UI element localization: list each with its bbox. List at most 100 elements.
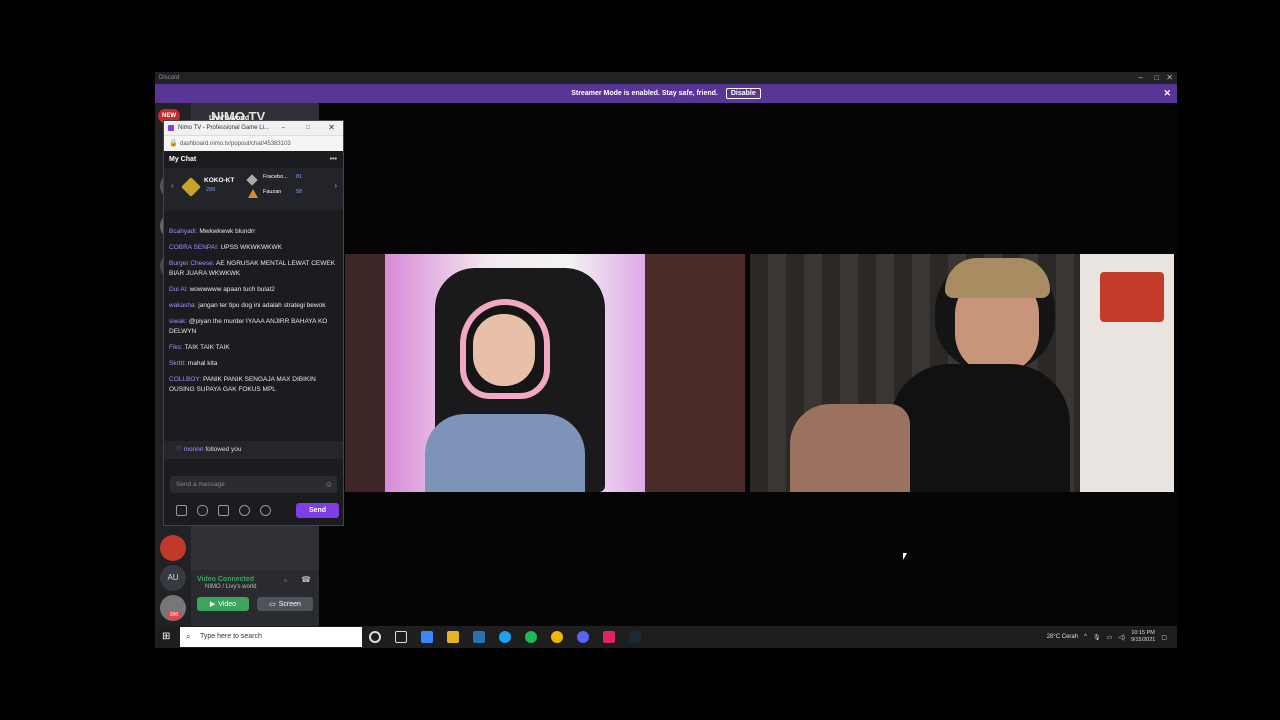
popout-title: Nimo TV - Professional Game Li... [178, 125, 269, 131]
heart-icon: ♡ [176, 446, 182, 453]
taskbar-clock[interactable]: 10:15 PM 9/15/2021 [1131, 630, 1155, 644]
donor-value: 58 [296, 189, 303, 195]
close-icon[interactable]: ✕ [328, 121, 335, 135]
minimize-icon[interactable]: – [1139, 72, 1143, 84]
chat-username[interactable]: COBRA SENPAI: [169, 244, 219, 251]
chat-message: siwak: @piyan the murder IYAAA ANJIRR BA… [169, 317, 338, 337]
screen-button[interactable]: ▭ Screen [257, 597, 313, 611]
network-icon[interactable]: ▭ [1107, 634, 1113, 641]
voice-connection-panel: Video Connected NIMO / Livy's world ◦ ☎ … [191, 570, 319, 627]
close-banner-icon[interactable]: ✕ [1163, 88, 1171, 99]
app-icon[interactable] [603, 631, 615, 643]
lock-icon: 🔒 [169, 140, 178, 147]
gift-icon[interactable] [176, 505, 187, 516]
weather-widget[interactable]: 28°C Cerah [1047, 634, 1078, 640]
disconnect-icon[interactable]: ☎ [301, 575, 311, 584]
video-tile-streamer-right[interactable] [750, 254, 1174, 492]
video-button[interactable]: ▶ Video [197, 597, 249, 611]
address-bar[interactable]: 🔒 dashboard.nimo.tv/popout/chat/45383103 [164, 135, 343, 151]
silver-rank-icon [246, 174, 258, 186]
chat-text: UPSS WKWKWKWK [220, 244, 282, 251]
chat-username[interactable]: Dui Al: [169, 286, 188, 293]
chat-text: wowwwww apaan tuch bulat2 [189, 286, 275, 293]
chat-message: Dui Al: wowwwww apaan tuch bulat2 [169, 285, 338, 295]
chat-message: Burger Cheese: AE NGRUSAK MENTAL LEWAT C… [169, 259, 338, 279]
mouse-cursor [903, 553, 907, 560]
person-hair [945, 258, 1050, 298]
chevron-up-icon[interactable]: ^ [1084, 634, 1087, 640]
streamer-banner-text: Streamer Mode is enabled. Stay safe, fri… [571, 90, 718, 97]
search-icon: ⌕ [186, 632, 191, 641]
streamer-mode-banner: Streamer Mode is enabled. Stay safe, fri… [155, 84, 1177, 103]
chat-message: wakasha: jangan ter tipu dog ini adalah … [169, 301, 338, 311]
nimo-chat-popout: Nimo TV - Professional Game Li... – □ ✕ … [163, 120, 344, 526]
chat-username[interactable]: Fiks: [169, 344, 183, 351]
follower-name[interactable]: monnn [184, 446, 204, 453]
chevron-right-icon[interactable]: › [334, 181, 337, 190]
app-icon[interactable] [421, 631, 433, 643]
chat-text: @piyan the murder IYAAA ANJIRR BAHAYA KO… [169, 318, 328, 335]
chat-username[interactable]: wakasha: [169, 302, 196, 309]
edge-icon[interactable] [499, 631, 511, 643]
send-button[interactable]: Send [296, 503, 339, 518]
more-options-icon[interactable]: ••• [330, 151, 337, 168]
chat-messages[interactable]: Bcahyadi: Mwkwkwwk blundrr COBRA SENPAI:… [164, 221, 343, 441]
volume-icon[interactable]: ◁) [1118, 634, 1125, 641]
clock-date: 9/15/2021 [1130, 637, 1156, 643]
file-explorer-icon[interactable] [447, 631, 459, 643]
chat-message: Skrttt: mahal kita [169, 359, 338, 369]
windows-taskbar: ⊞ ⌕ Type here to search 28°C Cerah ^ 🎙 ▭… [155, 626, 1177, 648]
follow-notification: ♡ monnn followed you [164, 441, 343, 459]
chat-text: jangan ter tipu dog ini adalah strategi … [198, 302, 326, 309]
chat-message: Bcahyadi: Mwkwkwwk blundrr [169, 227, 338, 237]
maximize-icon[interactable]: □ [306, 121, 310, 135]
donor-value: 81 [296, 174, 303, 180]
chat-username[interactable]: COLLBOY: [169, 376, 201, 383]
server-icon-au[interactable]: AU [160, 565, 186, 591]
donor-name: Fracebo... [263, 174, 288, 180]
chrome-icon[interactable] [551, 631, 563, 643]
microphone-icon[interactable]: 🎙 [1093, 634, 1101, 641]
close-window-icon[interactable]: ✕ [1166, 72, 1173, 84]
camera-icon: ▶ [209, 601, 216, 608]
chat-input[interactable]: Send a message ☺ [170, 476, 337, 493]
chevron-left-icon[interactable]: ‹ [171, 181, 174, 190]
person-body [890, 364, 1070, 492]
chat-title: My Chat [169, 156, 197, 163]
steam-icon[interactable] [629, 631, 641, 643]
video-button-label: Video [218, 600, 237, 608]
block-icon[interactable] [239, 505, 250, 516]
bronze-rank-icon [248, 189, 258, 198]
chat-username[interactable]: Skrttt: [169, 360, 186, 367]
mention-badge: 990 [167, 611, 182, 619]
server-icon-among-us[interactable] [160, 535, 186, 561]
task-view-icon[interactable] [395, 631, 407, 643]
chat-settings-icon[interactable] [218, 505, 229, 516]
chat-input-placeholder: Send a message [176, 481, 225, 488]
voice-channel: NIMO / Livy's world [205, 584, 257, 590]
taskbar-search[interactable]: ⌕ Type here to search [180, 627, 362, 647]
shield-icon[interactable] [197, 505, 208, 516]
chat-username[interactable]: siwak: [169, 318, 187, 325]
maximize-icon[interactable]: □ [1154, 72, 1159, 84]
notification-icon[interactable]: ▢ [1161, 634, 1167, 641]
spotify-icon[interactable] [525, 631, 537, 643]
desktop-screen: Discord – □ ✕ Streamer Mode is enabled. … [155, 72, 1177, 648]
shelf-toy [1100, 272, 1164, 322]
disable-streamer-mode-button[interactable]: Disable [725, 88, 761, 99]
chat-username[interactable]: Bcahyadi: [169, 228, 198, 235]
gear-icon[interactable] [260, 505, 271, 516]
cortana-icon[interactable] [369, 631, 381, 643]
emoji-icon[interactable]: ☺ [325, 476, 333, 493]
minimize-icon[interactable]: – [282, 121, 285, 135]
chat-username[interactable]: Burger Cheese: [169, 260, 215, 267]
voice-settings-icon[interactable]: ◦ [284, 576, 287, 585]
discord-titlebar: Discord – □ ✕ [155, 72, 1177, 84]
video-tile-streamer-left[interactable] [345, 254, 745, 492]
window-title: Discord [159, 75, 180, 81]
discord-icon[interactable] [577, 631, 589, 643]
windows-start-icon[interactable]: ⊞ [162, 631, 170, 642]
app-icon[interactable] [473, 631, 485, 643]
voice-status: Video Connected [197, 576, 255, 583]
screen-button-label: Screen [278, 600, 301, 608]
